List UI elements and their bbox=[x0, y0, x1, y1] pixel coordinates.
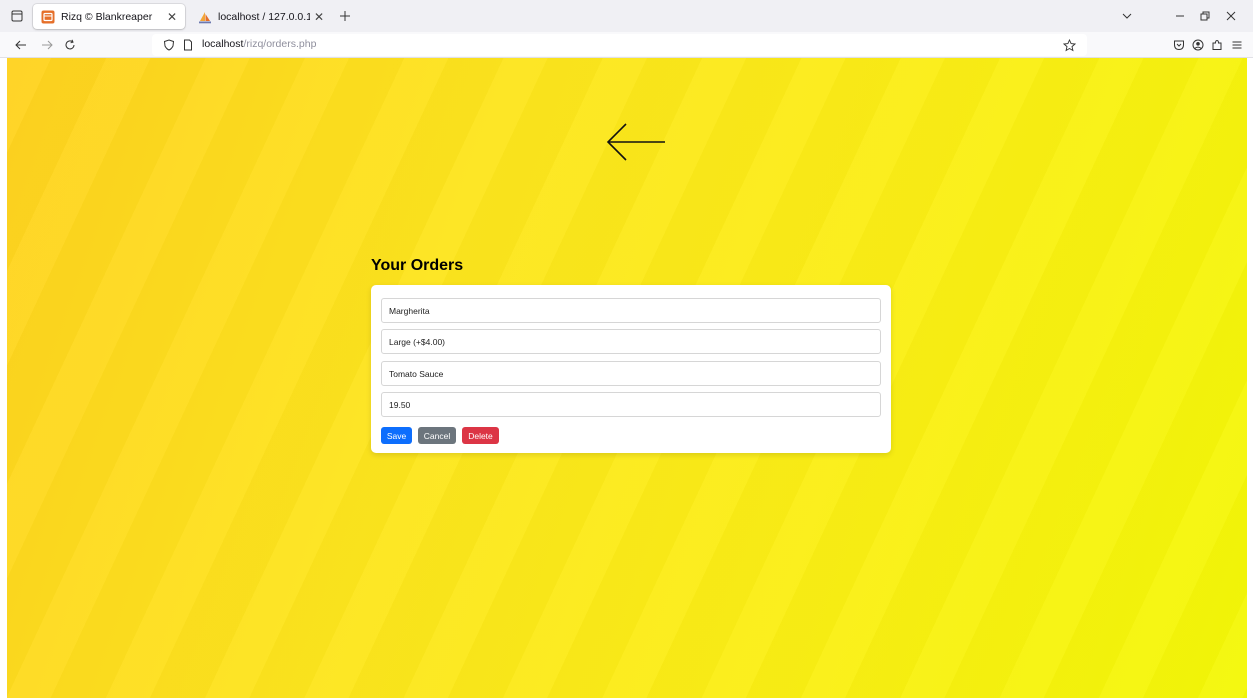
shield-icon[interactable] bbox=[161, 37, 177, 53]
restore-icon[interactable] bbox=[1196, 7, 1214, 25]
forward-icon[interactable] bbox=[38, 36, 56, 54]
tab-title: localhost / 127.0.0.1 / rizq / ord bbox=[218, 10, 310, 23]
pizza-size-field[interactable] bbox=[381, 329, 881, 354]
tab-rizq[interactable]: Rizq © Blankreaper ✕ bbox=[33, 4, 185, 29]
account-icon[interactable] bbox=[1189, 36, 1207, 54]
bookmark-star-icon[interactable] bbox=[1061, 37, 1077, 53]
close-tab-icon[interactable]: ✕ bbox=[163, 10, 181, 24]
url-bar[interactable]: localhost/rizq/orders.php bbox=[152, 34, 1087, 56]
reload-icon[interactable] bbox=[61, 36, 79, 54]
rizq-logo-icon bbox=[41, 10, 55, 24]
list-all-tabs-icon[interactable] bbox=[8, 7, 26, 25]
tab-title: Rizq © Blankreaper bbox=[61, 10, 153, 23]
extensions-icon[interactable] bbox=[1208, 36, 1226, 54]
order-card: Save Cancel Delete bbox=[371, 285, 891, 453]
phpmyadmin-sailboat-icon bbox=[198, 10, 212, 24]
pizza-name-field[interactable] bbox=[381, 298, 881, 323]
back-icon[interactable] bbox=[12, 36, 30, 54]
url-text[interactable]: localhost/rizq/orders.php bbox=[202, 38, 316, 50]
menu-icon[interactable] bbox=[1228, 36, 1246, 54]
browser-tab-bar: Rizq © Blankreaper ✕ localhost / 127.0.0… bbox=[0, 0, 1253, 32]
page-title: Your Orders bbox=[371, 257, 464, 274]
chevron-down-icon[interactable] bbox=[1118, 7, 1136, 25]
price-field[interactable] bbox=[381, 392, 881, 417]
close-tab-icon[interactable]: ✕ bbox=[310, 10, 328, 24]
left-arrow-icon[interactable] bbox=[605, 122, 667, 162]
cancel-button[interactable]: Cancel bbox=[418, 427, 456, 444]
delete-button[interactable]: Delete bbox=[462, 427, 499, 444]
new-tab-icon[interactable] bbox=[336, 7, 354, 25]
minimize-icon[interactable] bbox=[1171, 7, 1189, 25]
page-icon[interactable] bbox=[180, 37, 196, 53]
url-path: /rizq/orders.php bbox=[243, 38, 317, 50]
tab-phpmyadmin[interactable]: localhost / 127.0.0.1 / rizq / ord ✕ bbox=[190, 4, 332, 29]
url-host: localhost bbox=[202, 38, 244, 50]
page-viewport: Your Orders Save Cancel Delete bbox=[7, 58, 1247, 698]
sauce-field[interactable] bbox=[381, 361, 881, 386]
save-button[interactable]: Save bbox=[381, 427, 412, 444]
close-window-icon[interactable] bbox=[1222, 7, 1240, 25]
browser-nav-bar: localhost/rizq/orders.php bbox=[0, 32, 1253, 58]
pocket-icon[interactable] bbox=[1170, 36, 1188, 54]
